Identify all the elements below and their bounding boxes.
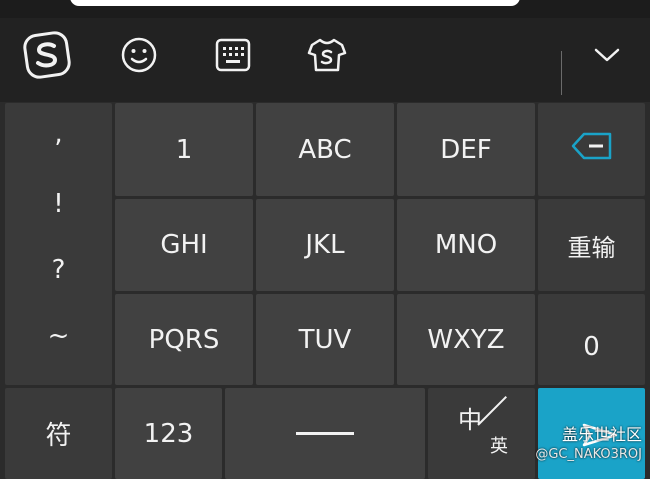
punct-tilde[interactable]: ~ xyxy=(5,321,112,351)
chevron-down-icon xyxy=(592,45,622,69)
punctuation-column[interactable]: , ! ? ~ xyxy=(5,103,112,385)
collapse-keyboard-button[interactable] xyxy=(582,32,632,82)
punct-exclamation[interactable]: ! xyxy=(5,189,112,219)
skin-button[interactable] xyxy=(302,32,352,82)
key-mno[interactable]: MNO xyxy=(397,199,535,291)
space-bar-icon xyxy=(296,432,354,435)
language-switch-key[interactable]: 中 英 xyxy=(428,388,535,479)
status-area xyxy=(0,0,650,18)
numbers-key[interactable]: 123 xyxy=(115,388,222,479)
key-tuv[interactable]: TUV xyxy=(256,294,394,385)
key-1[interactable]: 1 xyxy=(115,103,253,196)
backspace-key[interactable] xyxy=(538,103,645,196)
key-abc[interactable]: ABC xyxy=(256,103,394,196)
symbols-key[interactable]: 符 xyxy=(5,388,112,479)
key-def[interactable]: DEF xyxy=(397,103,535,196)
key-pqrs[interactable]: PQRS xyxy=(115,294,253,385)
keyboard-panel: , ! ? ~ 1 ABC DEF GHI JKL MNO PQRS TUV W… xyxy=(0,102,650,479)
lang-en-label: 英 xyxy=(490,436,508,457)
search-field-edge xyxy=(70,0,520,6)
punct-comma[interactable]: , xyxy=(5,119,112,149)
sogou-logo-icon xyxy=(23,31,71,83)
key-wxyz[interactable]: WXYZ xyxy=(397,294,535,385)
space-key[interactable] xyxy=(225,388,425,479)
keyboard-icon xyxy=(213,35,253,79)
keyboard-switch-button[interactable] xyxy=(208,32,258,82)
key-jkl[interactable]: JKL xyxy=(256,199,394,291)
backspace-icon xyxy=(570,131,614,168)
key-0[interactable]: 0 xyxy=(538,294,645,385)
ime-toolbar xyxy=(0,18,650,102)
watermark: 盖乐世社区 @GC_NAKO3ROJ xyxy=(535,425,642,465)
emoji-button[interactable] xyxy=(114,32,164,82)
skin-shirt-icon xyxy=(306,35,348,79)
watermark-handle: @GC_NAKO3ROJ xyxy=(535,447,642,462)
key-ghi[interactable]: GHI xyxy=(115,199,253,291)
retype-key[interactable]: 重输 xyxy=(538,199,645,291)
sogou-logo-button[interactable] xyxy=(22,31,72,83)
emoji-icon xyxy=(119,35,159,79)
punct-question[interactable]: ? xyxy=(5,255,112,285)
lang-zh-label: 中 xyxy=(458,406,482,434)
toolbar-divider xyxy=(561,51,562,95)
watermark-site: 盖乐世社区 xyxy=(561,425,642,444)
